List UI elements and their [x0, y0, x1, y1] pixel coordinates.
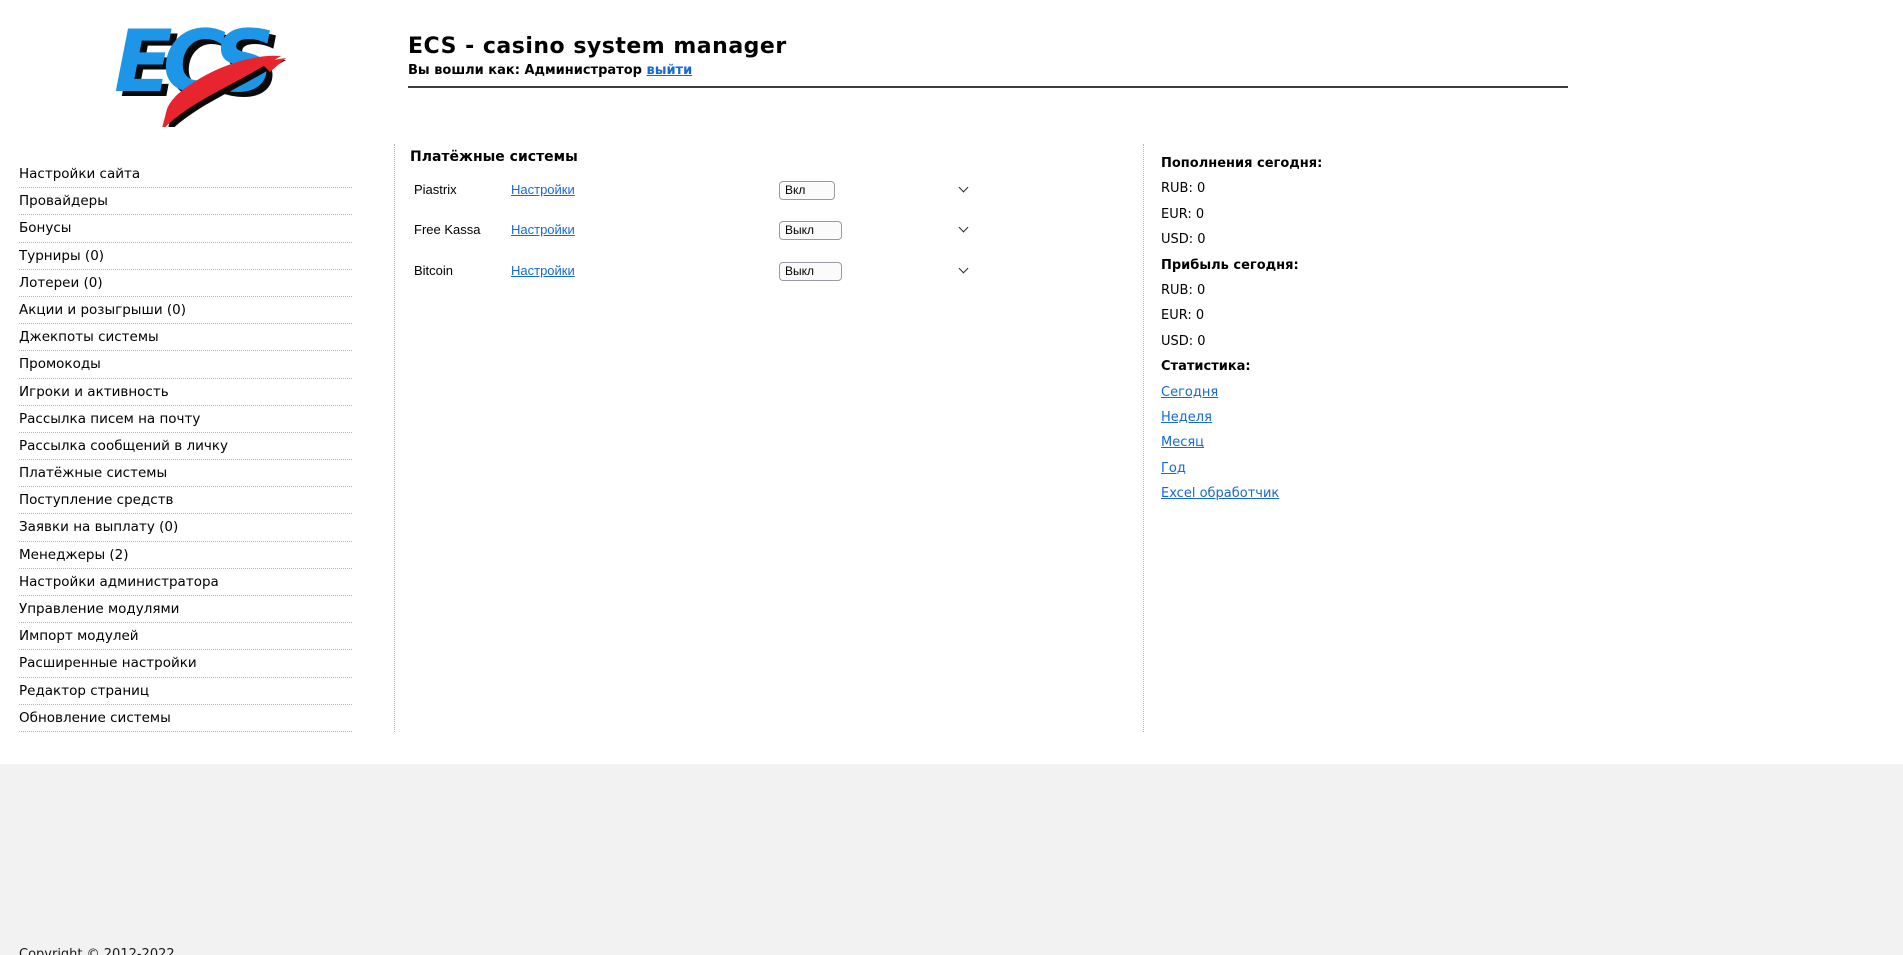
- deposits-rub: RUB: 0: [1161, 181, 1206, 197]
- menu-item-advanced-settings[interactable]: Расширенные настройки: [19, 650, 352, 678]
- profit-eur: EUR: 0: [1161, 308, 1205, 324]
- left-content-divider: [394, 144, 395, 732]
- menu-item-module-import[interactable]: Импорт модулей: [19, 623, 352, 651]
- deposits-usd: USD: 0: [1161, 232, 1206, 248]
- menu-item-admin-settings[interactable]: Настройки администратора: [19, 569, 352, 596]
- copyright-text: Copyright © 2012-2022: [19, 947, 175, 955]
- menu-item-incoming-funds[interactable]: Поступление средств: [19, 487, 352, 515]
- payment-settings-link[interactable]: Настройки: [511, 182, 779, 197]
- logout-link[interactable]: выйти: [646, 63, 692, 78]
- menu-item-providers[interactable]: Провайдеры: [19, 188, 352, 216]
- stats-month-link[interactable]: Месяц: [1161, 435, 1204, 450]
- menu-item-pm-mailing[interactable]: Рассылка сообщений в личку: [19, 433, 352, 461]
- stats-today-link[interactable]: Сегодня: [1161, 385, 1218, 400]
- payment-settings-link[interactable]: Настройки: [511, 263, 779, 278]
- page-title: ECS - casino system manager: [408, 34, 787, 59]
- payment-row-freekassa: Free Kassa Настройки Вкл Выкл: [414, 219, 974, 241]
- stats-excel-link[interactable]: Excel обработчик: [1161, 486, 1279, 501]
- menu-item-jackpots[interactable]: Джекпоты системы: [19, 324, 352, 352]
- payment-state-select[interactable]: Вкл Выкл: [779, 180, 835, 200]
- stats-week-link[interactable]: Неделя: [1161, 410, 1212, 425]
- payment-state-select[interactable]: Вкл Выкл: [779, 221, 842, 240]
- menu-item-tournaments[interactable]: Турниры (0): [19, 243, 352, 270]
- menu-item-lotteries[interactable]: Лотереи (0): [19, 270, 352, 297]
- deposits-eur: EUR: 0: [1161, 206, 1205, 222]
- logged-in-as-label: Вы вошли как: Администратор: [408, 63, 642, 78]
- ecs-logo-text: ECS: [114, 12, 275, 112]
- header-divider: [408, 86, 1568, 88]
- payment-state-select-wrap: Вкл Выкл: [779, 179, 974, 200]
- payment-state-select[interactable]: Вкл Выкл: [779, 261, 842, 281]
- admin-menu: Настройки сайта Провайдеры Бонусы Турнир…: [19, 161, 352, 732]
- menu-item-promocodes[interactable]: Промокоды: [19, 351, 352, 379]
- menu-item-managers[interactable]: Менеджеры (2): [19, 542, 352, 569]
- ecs-logo: ECS: [110, 12, 290, 127]
- right-content-divider: [1143, 144, 1144, 732]
- payment-systems-list: Piastrix Настройки Вкл Выкл Free Kassa Н…: [414, 178, 974, 300]
- menu-item-site-settings[interactable]: Настройки сайта: [19, 161, 352, 189]
- payment-row-bitcoin: Bitcoin Настройки Вкл Выкл: [414, 259, 974, 281]
- menu-item-email-mailing[interactable]: Рассылка писем на почту: [19, 406, 352, 433]
- menu-item-payment-systems[interactable]: Платёжные системы: [19, 460, 352, 488]
- payment-name: Bitcoin: [414, 262, 454, 278]
- section-title: Платёжные системы: [410, 149, 578, 165]
- login-status: Вы вошли как: Администратор выйти: [408, 63, 692, 78]
- menu-item-system-update[interactable]: Обновление системы: [19, 705, 352, 732]
- profit-rub: RUB: 0: [1161, 282, 1206, 298]
- payment-state-select-wrap: Вкл Выкл: [779, 219, 974, 240]
- menu-item-bonuses[interactable]: Бонусы: [19, 215, 352, 243]
- payment-name: Free Kassa: [414, 222, 481, 237]
- footer: Copyright © 2012-2022: [0, 764, 1903, 955]
- profit-usd: USD: 0: [1161, 333, 1206, 349]
- statistics-title: Статистика:: [1161, 359, 1251, 375]
- stats-panel: Пополнения сегодня: RUB: 0 EUR: 0 USD: 0…: [1161, 152, 1411, 507]
- deposits-today-title: Пополнения сегодня:: [1161, 156, 1323, 171]
- payment-name: Piastrix: [414, 181, 457, 197]
- stats-year-link[interactable]: Год: [1161, 461, 1186, 476]
- payment-settings-link[interactable]: Настройки: [511, 222, 779, 237]
- payment-state-select-wrap: Вкл Выкл: [779, 260, 974, 281]
- menu-item-promotions[interactable]: Акции и розыгрыши (0): [19, 297, 352, 325]
- menu-item-payout-requests[interactable]: Заявки на выплату (0): [19, 514, 352, 542]
- payment-row-piastrix: Piastrix Настройки Вкл Выкл: [414, 178, 974, 200]
- profit-today-title: Прибыль сегодня:: [1161, 257, 1299, 273]
- menu-item-module-management[interactable]: Управление модулями: [19, 596, 352, 624]
- menu-item-players-activity[interactable]: Игроки и активность: [19, 379, 352, 406]
- menu-item-page-editor[interactable]: Редактор страниц: [19, 678, 352, 705]
